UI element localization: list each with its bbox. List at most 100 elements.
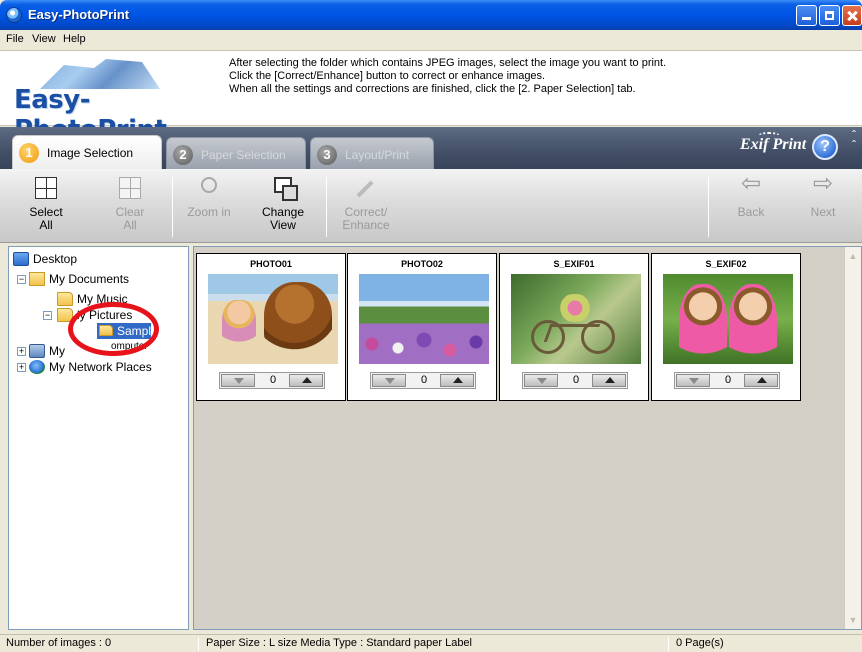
thumbnail-card[interactable]: PHOTO02 0	[347, 253, 497, 401]
down-triangle-icon	[689, 378, 699, 384]
increase-button[interactable]	[744, 374, 778, 387]
photo-thumbnail[interactable]	[663, 274, 793, 364]
quantity-value: 0	[269, 374, 277, 386]
up-triangle-icon	[605, 377, 615, 383]
decrease-button[interactable]	[676, 374, 710, 387]
scroll-up-icon[interactable]: ▲	[848, 251, 858, 261]
change-view-button[interactable]: Change View	[256, 169, 310, 243]
zoom-in-label: Zoom in	[187, 205, 231, 219]
app-logo: Easy-PhotoPrint	[14, 57, 224, 145]
step-badge: 2	[173, 145, 193, 165]
tree-item-label: Desktop	[33, 252, 78, 266]
quantity-value: 0	[420, 374, 428, 386]
quantity-stepper: 0	[370, 372, 476, 389]
title-bar: Easy-PhotoPrint	[0, 0, 862, 30]
toolbar-separator	[708, 177, 709, 237]
quantity-stepper: 0	[674, 372, 780, 389]
clear-all-icon	[119, 177, 141, 199]
collapse-toggle[interactable]: −	[17, 275, 26, 284]
collapse-icon[interactable]: ˆˆ	[852, 129, 856, 151]
menu-bar: File View Help	[0, 30, 862, 50]
folder-icon	[57, 292, 73, 306]
select-all-button[interactable]: Select All	[22, 169, 70, 243]
step-badge: 3	[317, 145, 337, 165]
back-button[interactable]: ⇦ Back	[724, 169, 778, 243]
correct-enhance-label: Correct/ Enhance	[342, 205, 390, 232]
exif-print-logo: Exif Print	[740, 136, 807, 153]
quantity-value: 0	[572, 374, 580, 386]
collapse-toggle[interactable]: −	[43, 311, 52, 320]
tab-label: Paper Selection	[201, 148, 286, 162]
clear-all-button[interactable]: Clear All	[106, 169, 154, 243]
tab-label: Image Selection	[47, 146, 134, 160]
page-count-status: 0 Page(s)	[676, 637, 724, 649]
decrease-button[interactable]	[372, 374, 406, 387]
increase-button[interactable]	[592, 374, 626, 387]
next-button[interactable]: ⇨ Next	[796, 169, 850, 243]
tab-paper-selection[interactable]: 2 Paper Selection	[166, 137, 306, 169]
close-button[interactable]	[842, 5, 862, 26]
expand-toggle[interactable]: +	[17, 363, 26, 372]
clear-all-label: Clear All	[115, 205, 145, 232]
thumbnail-name: PHOTO02	[401, 259, 443, 269]
up-triangle-icon	[757, 377, 767, 383]
thumbnail-card[interactable]: S_EXIF02 0	[651, 253, 801, 401]
increase-button[interactable]	[440, 374, 474, 387]
tree-item-label: My	[49, 344, 65, 358]
scroll-down-icon[interactable]: ▼	[848, 615, 858, 625]
instruction-line: When all the settings and corrections ar…	[229, 83, 636, 95]
thumbnail-name: PHOTO01	[250, 259, 292, 269]
step-badge: 1	[19, 143, 39, 163]
zoom-in-button[interactable]: Zoom in	[182, 169, 236, 243]
thumbnail-name: S_EXIF02	[705, 259, 747, 269]
maximize-button[interactable]	[819, 5, 840, 26]
toolbar-separator	[172, 177, 173, 237]
app-icon	[6, 7, 22, 23]
decrease-button[interactable]	[524, 374, 558, 387]
photo-thumbnail[interactable]	[359, 274, 489, 364]
tab-layout-print[interactable]: 3 Layout/Print	[310, 137, 434, 169]
down-triangle-icon	[537, 378, 547, 384]
thumbnail-panel: PHOTO01 0 PHOTO02 0 S_EXIF01 0 S_EXIF02 …	[193, 246, 862, 630]
thumbnail-card[interactable]: PHOTO01 0	[196, 253, 346, 401]
tree-item-label: My Network Places	[49, 360, 152, 374]
back-label: Back	[737, 205, 765, 219]
quantity-value: 0	[724, 374, 732, 386]
toolbar: Select All Clear All Zoom in Change View…	[0, 169, 862, 243]
increase-button[interactable]	[289, 374, 323, 387]
tab-image-selection[interactable]: 1 Image Selection	[12, 135, 162, 169]
thumbnail-card[interactable]: S_EXIF01 0	[499, 253, 649, 401]
help-button[interactable]: ?	[812, 134, 838, 160]
next-arrow-icon: ⇨	[812, 170, 834, 197]
expand-toggle[interactable]: +	[17, 347, 26, 356]
thumbnail-name: S_EXIF01	[553, 259, 595, 269]
instruction-line: Click the [Correct/Enhance] button to co…	[229, 70, 546, 82]
quantity-stepper: 0	[219, 372, 325, 389]
down-triangle-icon	[385, 378, 395, 384]
header-panel: Easy-PhotoPrint After selecting the fold…	[0, 50, 862, 145]
maximize-icon	[825, 11, 834, 20]
tree-item-label: My Documents	[49, 272, 130, 286]
photo-thumbnail[interactable]	[208, 274, 338, 364]
highlight-circle	[68, 302, 159, 356]
close-icon	[848, 11, 857, 20]
select-all-icon	[35, 177, 57, 199]
menu-view[interactable]: View	[32, 33, 56, 45]
desktop-icon	[13, 252, 29, 266]
menu-help[interactable]: Help	[63, 33, 86, 45]
magnifier-icon	[201, 177, 217, 193]
minimize-button[interactable]	[796, 5, 817, 26]
correct-enhance-button[interactable]: Correct/ Enhance	[334, 169, 398, 243]
paper-status: Paper Size : L size Media Type : Standar…	[206, 637, 472, 649]
network-icon	[29, 360, 45, 374]
tab-bar: 1 Image Selection 2 Paper Selection 3 La…	[0, 127, 862, 169]
computer-icon	[29, 344, 45, 358]
image-count-status: Number of images : 0	[6, 637, 112, 649]
menu-file[interactable]: File	[6, 33, 24, 45]
photo-thumbnail[interactable]	[511, 274, 641, 364]
select-all-label: Select All	[29, 205, 63, 232]
status-separator	[668, 637, 669, 651]
vertical-scrollbar[interactable]: ▲ ▼	[844, 247, 861, 629]
decrease-button[interactable]	[221, 374, 255, 387]
minimize-icon	[802, 11, 811, 20]
